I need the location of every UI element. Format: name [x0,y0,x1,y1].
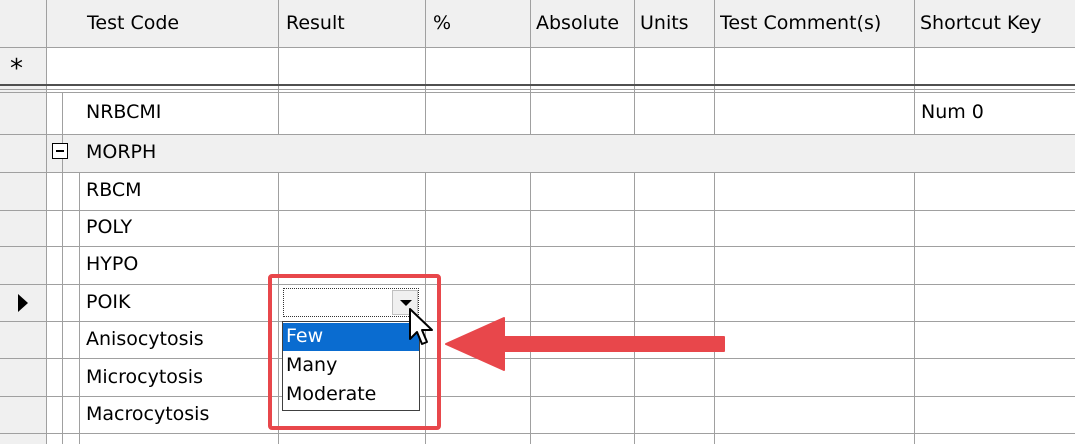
column-header-units[interactable]: Units [640,14,714,33]
current-row-triangle-icon [18,294,28,312]
test-code-cell[interactable]: POLY [86,218,276,237]
column-header-test-code[interactable]: Test Code [79,14,278,33]
group-label: MORPH [86,143,157,162]
new-row-asterisk-icon: * [10,54,23,84]
test-code-cell[interactable]: Macrocytosis [86,405,276,424]
column-header-result[interactable]: Result [278,14,425,33]
collapse-minus-icon[interactable] [52,143,68,159]
arrow-cursor-icon [409,308,433,345]
test-code-cell[interactable]: Microcytosis [86,368,276,387]
results-grid: Test Code Result % Absolute Units Test C… [0,0,1075,444]
column-header-shortcut-key[interactable]: Shortcut Key [920,14,1075,33]
test-code-cell[interactable]: Anisocytosis [86,330,276,349]
test-code-cell[interactable]: POIK [86,293,276,312]
test-code-cell[interactable]: RBCM [86,181,276,200]
column-header-test-comments[interactable]: Test Comment(s) [720,14,914,33]
shortcut-key-cell[interactable]: Num 0 [921,103,1071,122]
annotation-highlight-box [268,274,441,430]
red-arrow-icon [445,317,725,371]
row-selector-column [0,0,47,444]
column-header-absolute[interactable]: Absolute [536,14,634,33]
column-header-percent[interactable]: % [425,14,530,33]
test-code-cell[interactable]: HYPO [86,255,276,274]
test-code-cell[interactable]: NRBCMI [86,103,276,122]
